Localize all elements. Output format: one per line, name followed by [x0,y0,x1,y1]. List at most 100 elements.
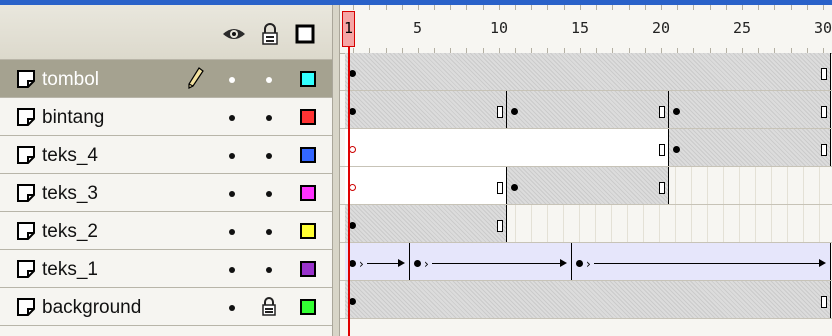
keyframe[interactable] [673,146,680,153]
lock-icon[interactable] [258,22,282,46]
frame-span[interactable] [669,129,831,166]
ruler-tick [726,5,727,10]
tween-arrow-line [432,263,560,264]
outline-color-swatch[interactable] [300,71,316,87]
frame-span[interactable] [345,53,831,90]
lock-toggle[interactable] [266,267,272,273]
frame-span[interactable] [507,167,669,204]
end-frame-marker[interactable] [497,182,503,194]
frame-ruler[interactable]: 5 10 15 20 25 30 [340,5,832,54]
panel-divider[interactable] [332,5,340,336]
layer-icon [16,107,36,127]
end-frame-marker[interactable] [497,106,503,118]
keyframe[interactable] [349,260,356,267]
layer-row-tombol[interactable]: tombol [0,60,332,98]
layer-row-background[interactable]: background [0,288,332,326]
end-frame-marker[interactable] [659,106,665,118]
keyframe[interactable] [673,108,680,115]
layer-icon [16,259,36,279]
track-teks_1[interactable]: › › › [340,243,832,281]
layer-row-teks_1[interactable]: teks_1 [0,250,332,288]
outline-color-swatch[interactable] [300,109,316,125]
visibility-toggle[interactable] [229,153,235,159]
blank-keyframe[interactable] [349,184,356,191]
outline-color-swatch[interactable] [300,147,316,163]
frame-span[interactable] [669,91,831,128]
layer-header [0,5,332,60]
track-bintang[interactable] [340,91,832,129]
eye-icon[interactable] [222,22,246,46]
layer-icon [16,145,36,165]
playhead-line [348,47,350,336]
pencil-icon [188,67,204,94]
visibility-toggle[interactable] [229,115,235,121]
frame-span[interactable] [572,243,831,280]
end-frame-marker[interactable] [821,106,827,118]
frame-span[interactable] [410,243,572,280]
visibility-toggle[interactable] [229,305,235,311]
ruler-tick [564,5,565,10]
frame-span[interactable] [345,129,669,166]
lock-toggle[interactable] [266,153,272,159]
outline-color-swatch[interactable] [300,223,316,239]
ruler-tick [645,5,646,10]
end-frame-marker[interactable] [659,144,665,156]
blank-keyframe[interactable] [349,146,356,153]
lock-icon[interactable] [261,296,277,321]
outline-square-icon[interactable] [293,22,317,46]
tween-arrow-line [594,263,819,264]
keyframe[interactable] [349,222,356,229]
track-tombol[interactable] [340,53,832,91]
layer-row-teks_4[interactable]: teks_4 [0,136,332,174]
frame-span[interactable] [345,167,507,204]
end-frame-marker[interactable] [821,68,827,80]
frame-span[interactable] [345,205,507,242]
visibility-toggle[interactable] [229,229,235,235]
ruler-tick [353,5,354,10]
visibility-toggle[interactable] [229,77,235,83]
layer-row-teks_3[interactable]: teks_3 [0,174,332,212]
outline-color-swatch[interactable] [300,261,316,277]
frame-span[interactable] [507,91,669,128]
lock-toggle[interactable] [266,77,272,83]
keyframe[interactable] [349,298,356,305]
ruler-frame-label: 30 [814,19,832,37]
frame-span[interactable] [345,281,831,318]
track-teks_4[interactable] [340,129,832,167]
ruler-tick [596,5,597,10]
lock-toggle[interactable] [266,191,272,197]
ruler-tick [483,5,484,10]
keyframe[interactable] [414,260,421,267]
track-background[interactable] [340,281,832,319]
track-teks_2[interactable] [340,205,832,243]
ruler-tick [402,5,403,10]
frame-span[interactable] [345,91,507,128]
lock-toggle[interactable] [266,115,272,121]
end-frame-marker[interactable] [821,144,827,156]
keyframe[interactable] [576,260,583,267]
layer-name: tombol [42,69,100,90]
keyframe[interactable] [511,108,518,115]
ruler-tick [418,5,419,10]
layer-row-bintang[interactable]: bintang [0,98,332,136]
visibility-toggle[interactable] [229,267,235,273]
ruler-tick [629,5,630,10]
layer-name: teks_3 [42,183,98,204]
ruler-tick [612,5,613,10]
end-frame-marker[interactable] [821,296,827,308]
layer-icon [16,297,36,317]
keyframe[interactable] [511,184,518,191]
playhead-frame-label: 1 [344,19,354,37]
ruler-tick [677,5,678,10]
end-frame-marker[interactable] [659,182,665,194]
outline-color-swatch[interactable] [300,299,316,315]
end-frame-marker[interactable] [497,220,503,232]
layer-row-teks_2[interactable]: teks_2 [0,212,332,250]
lock-toggle[interactable] [266,229,272,235]
visibility-toggle[interactable] [229,191,235,197]
track-teks_3[interactable] [340,167,832,205]
keyframe[interactable] [349,70,356,77]
layer-name: teks_2 [42,221,98,242]
keyframe[interactable] [349,108,356,115]
outline-color-swatch[interactable] [300,185,316,201]
